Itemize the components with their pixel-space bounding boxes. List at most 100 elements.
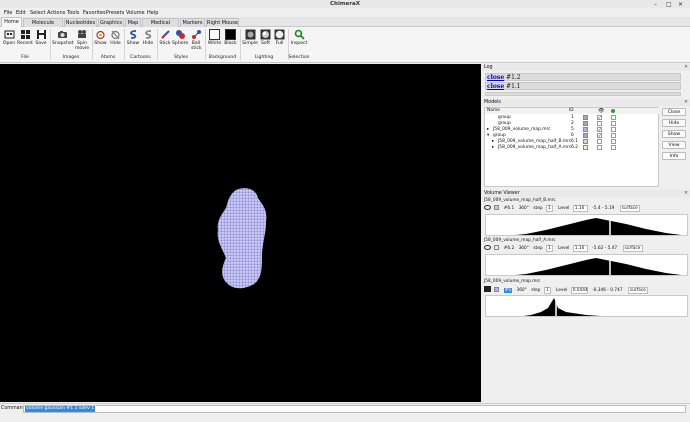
- model-select-checkbox[interactable]: [611, 121, 616, 126]
- model-shown-checkbox[interactable]: [597, 139, 602, 144]
- open-button[interactable]: Open: [2, 29, 16, 46]
- graphics-viewport[interactable]: [0, 64, 481, 402]
- menu-presets[interactable]: Presets: [106, 10, 124, 16]
- stick-button[interactable]: Stick: [159, 29, 171, 46]
- model-select-checkbox[interactable]: [611, 139, 616, 144]
- tab-home[interactable]: Home: [1, 17, 22, 27]
- save-button[interactable]: Save: [34, 29, 48, 46]
- rotate-360-label: 360°: [516, 287, 527, 293]
- menu-file[interactable]: File: [4, 10, 12, 16]
- model-color-swatch[interactable]: [583, 139, 588, 144]
- hide-cartoons-button[interactable]: Hide: [141, 29, 155, 46]
- col-id-header[interactable]: ID: [569, 108, 574, 114]
- tab-right-mouse[interactable]: Right Mouse: [206, 18, 239, 27]
- level-input[interactable]: 0.0444: [570, 286, 588, 294]
- menu-select[interactable]: Select: [30, 10, 45, 16]
- recent-button[interactable]: Recent: [17, 29, 33, 46]
- map-color-swatch[interactable]: [494, 245, 500, 250]
- style-select[interactable]: surface: [622, 245, 643, 252]
- level-label: Level: [558, 206, 570, 211]
- tab-medical-image[interactable]: Medical Image: [142, 18, 179, 34]
- hide-model-button[interactable]: Hide: [662, 119, 686, 127]
- command-input[interactable]: volume gaussian #1.1 sdev 1: [23, 405, 686, 413]
- show-cartoons-label: Show: [126, 41, 140, 46]
- log-close-link[interactable]: close: [487, 74, 504, 81]
- model-select-checkbox[interactable]: [611, 127, 616, 132]
- menu-favorites[interactable]: Favorites: [83, 10, 106, 16]
- model-row[interactable]: ▸ J58_009_volume_map_half_A.mrc 6.2: [485, 145, 659, 151]
- tab-markers[interactable]: Markers: [180, 18, 205, 27]
- map-name-label: J58_009_volume_map.mrc: [484, 279, 541, 284]
- level-input[interactable]: 1.16: [572, 245, 588, 252]
- model-color-swatch[interactable]: [583, 133, 588, 138]
- menu-actions[interactable]: Actions: [47, 10, 65, 16]
- eye-toggle-icon[interactable]: [484, 286, 491, 292]
- map-id: #5: [503, 287, 513, 293]
- models-close-icon[interactable]: ✕: [684, 99, 688, 106]
- model-color-swatch[interactable]: [583, 121, 588, 126]
- tab-nucleotides[interactable]: Nucleotides: [64, 18, 97, 27]
- step-select[interactable]: 1: [543, 286, 551, 294]
- model-color-swatch[interactable]: [583, 115, 588, 120]
- tab-map[interactable]: Map: [125, 18, 141, 27]
- simple-lighting-button[interactable]: Simple: [242, 29, 258, 46]
- inspect-button[interactable]: Inspect: [290, 29, 308, 46]
- model-shown-checkbox[interactable]: [597, 145, 602, 150]
- histogram[interactable]: [485, 254, 688, 276]
- hide-atoms-button[interactable]: Hide: [109, 29, 122, 46]
- menu-help[interactable]: Help: [147, 10, 158, 16]
- model-select-checkbox[interactable]: [611, 115, 616, 120]
- show-atoms-button[interactable]: Show: [94, 29, 107, 46]
- histogram[interactable]: [485, 295, 688, 317]
- expand-arrow-icon[interactable]: ▸: [492, 145, 494, 151]
- ball-stick-button[interactable]: Ball stick: [189, 29, 203, 51]
- model-select-checkbox[interactable]: [611, 145, 616, 150]
- map-id: #6.2: [503, 246, 515, 251]
- style-select[interactable]: surface: [627, 286, 648, 294]
- log-close-link[interactable]: close: [487, 83, 504, 90]
- model-color-swatch[interactable]: [583, 127, 588, 132]
- close-model-button[interactable]: Close: [662, 108, 686, 116]
- histogram[interactable]: [485, 214, 688, 236]
- full-label: Full: [275, 41, 284, 46]
- black-swatch-icon: [225, 29, 236, 40]
- info-model-button[interactable]: Info: [662, 152, 686, 160]
- model-shown-checkbox[interactable]: ✓: [597, 127, 602, 133]
- log-scrollbar[interactable]: [485, 92, 681, 96]
- style-select[interactable]: surface: [619, 205, 640, 212]
- minimize-icon[interactable]: –: [654, 1, 657, 8]
- sphere-button[interactable]: Sphere: [172, 29, 188, 46]
- map-color-swatch[interactable]: [494, 286, 500, 292]
- level-input[interactable]: 1.16: [572, 205, 588, 212]
- step-select[interactable]: 1: [545, 245, 553, 252]
- menu-volume[interactable]: Volume: [126, 10, 145, 16]
- log-close-icon[interactable]: ✕: [684, 64, 688, 71]
- model-shown-checkbox[interactable]: ✓: [597, 133, 602, 139]
- show-cartoons-button[interactable]: Show: [126, 29, 140, 46]
- white-background-button[interactable]: White: [207, 29, 222, 46]
- close-window-icon[interactable]: ✕: [678, 1, 683, 8]
- full-lighting-button[interactable]: Full: [273, 29, 286, 46]
- volume-viewer-close-icon[interactable]: ✕: [684, 190, 688, 197]
- black-background-button[interactable]: Black: [223, 29, 238, 46]
- model-color-swatch[interactable]: [583, 145, 588, 150]
- model-shown-checkbox[interactable]: ✓: [597, 115, 602, 121]
- model-select-checkbox[interactable]: [611, 133, 616, 138]
- map-color-swatch[interactable]: [494, 205, 500, 210]
- tab-graphics[interactable]: Graphics: [98, 18, 124, 27]
- level-label: Level: [558, 246, 570, 251]
- col-name-header[interactable]: Name: [487, 108, 500, 114]
- eye-toggle-icon[interactable]: [484, 245, 491, 250]
- step-select[interactable]: 1: [545, 205, 553, 212]
- menu-edit[interactable]: Edit: [16, 10, 26, 16]
- view-model-button[interactable]: View: [662, 141, 686, 149]
- maximize-icon[interactable]: □: [666, 1, 672, 8]
- snapshot-button[interactable]: Snapshot: [52, 29, 73, 46]
- spin-movie-button[interactable]: Spin movie: [74, 29, 90, 51]
- tab-molecule-display[interactable]: Molecule Display: [23, 18, 63, 34]
- model-shown-checkbox[interactable]: [597, 121, 602, 126]
- eye-toggle-icon[interactable]: [484, 205, 491, 210]
- soft-lighting-button[interactable]: Soft: [259, 29, 272, 46]
- menu-tools[interactable]: Tools: [67, 10, 79, 16]
- show-model-button[interactable]: Show: [662, 130, 686, 138]
